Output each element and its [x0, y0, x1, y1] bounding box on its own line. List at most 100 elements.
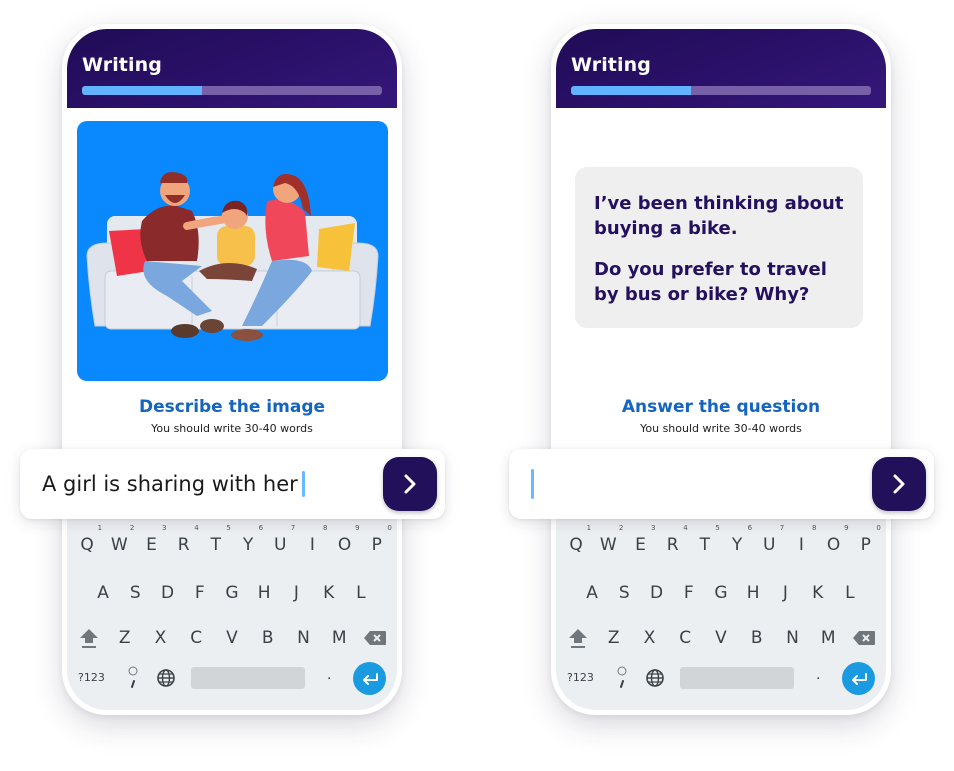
- key-label: Y: [242, 535, 254, 555]
- father-shirt: [140, 205, 199, 261]
- enter-icon: [362, 672, 378, 685]
- key-number-hint: 0: [387, 524, 392, 532]
- key-q[interactable]: Q1: [72, 524, 102, 559]
- chevron-right-icon: [893, 474, 905, 494]
- key-u[interactable]: U7: [265, 524, 295, 559]
- key-p[interactable]: P0: [362, 524, 392, 559]
- period-key[interactable]: .: [816, 666, 820, 684]
- send-button[interactable]: [383, 457, 437, 511]
- key-t[interactable]: T5: [690, 524, 720, 559]
- key-z[interactable]: Z: [599, 624, 629, 652]
- key-b[interactable]: B: [742, 624, 772, 652]
- key-a[interactable]: A: [88, 579, 118, 607]
- key-number-hint: 6: [747, 524, 753, 532]
- space-bar[interactable]: [680, 667, 794, 689]
- comma-key[interactable]: [127, 664, 139, 690]
- key-y[interactable]: Y6: [722, 524, 752, 559]
- period-key[interactable]: .: [327, 666, 331, 684]
- key-v[interactable]: V: [217, 624, 247, 652]
- key-k[interactable]: K: [803, 579, 833, 607]
- key-r[interactable]: R4: [658, 524, 688, 559]
- keyboard-row-2: ASDFGHJKL: [67, 579, 397, 607]
- key-x[interactable]: X: [145, 624, 175, 652]
- key-g[interactable]: G: [217, 579, 247, 607]
- key-number-hint: 4: [194, 524, 199, 532]
- key-number-hint: 9: [844, 524, 849, 532]
- language-key[interactable]: [645, 668, 665, 688]
- key-p[interactable]: P0: [851, 524, 881, 559]
- key-label: T: [210, 535, 222, 555]
- key-number-hint: 0: [876, 524, 881, 532]
- key-b[interactable]: B: [253, 624, 283, 652]
- key-c[interactable]: C: [181, 624, 211, 652]
- language-key[interactable]: [156, 668, 176, 688]
- key-n[interactable]: N: [777, 624, 807, 652]
- key-w[interactable]: W2: [593, 524, 623, 559]
- key-g[interactable]: G: [706, 579, 736, 607]
- on-screen-keyboard: Q 1 W 2 E 3 R 4 T 5 Y 6 U 7 I 8 O 9 P 0 A S D F G H J K L Z X C V B N M ?123…: [67, 519, 397, 710]
- key-t[interactable]: T5: [201, 524, 231, 559]
- father-shoe: [200, 319, 224, 333]
- key-label: O: [826, 535, 841, 555]
- on-screen-keyboard: Q 1 W 2 E 3 R 4 T 5 Y 6 U 7 I 8 O 9 P 0 A S D F G H J K L Z X C V B N M ?123…: [556, 519, 886, 710]
- key-i[interactable]: I8: [297, 524, 328, 559]
- key-d[interactable]: D: [153, 579, 183, 607]
- phone-describe-image: Writing Describe the image You should wr…: [62, 24, 402, 715]
- key-y[interactable]: Y6: [233, 524, 263, 559]
- symbols-key[interactable]: ?123: [78, 671, 105, 684]
- task-word-count-hint: You should write 30-40 words: [640, 422, 802, 435]
- key-l[interactable]: L: [346, 579, 376, 607]
- comma-key[interactable]: [616, 664, 628, 690]
- key-k[interactable]: K: [314, 579, 344, 607]
- keyboard-row-3: ZXCVBNM: [556, 624, 886, 652]
- key-e[interactable]: E3: [136, 524, 166, 559]
- backspace-key[interactable]: [849, 624, 879, 652]
- shift-key[interactable]: [74, 624, 104, 652]
- keyboard-row-4: ?123.: [67, 662, 397, 696]
- key-f[interactable]: F: [674, 579, 704, 607]
- enter-key[interactable]: [842, 662, 875, 695]
- answer-input[interactable]: A girl is sharing with her: [42, 449, 305, 519]
- key-u[interactable]: U7: [754, 524, 784, 559]
- header: Writing: [67, 29, 397, 108]
- key-j[interactable]: J: [281, 579, 311, 607]
- chevron-right-icon: [404, 474, 416, 494]
- key-x[interactable]: X: [634, 624, 664, 652]
- key-d[interactable]: D: [642, 579, 672, 607]
- key-number-hint: 3: [651, 524, 656, 532]
- key-l[interactable]: L: [835, 579, 865, 607]
- key-m[interactable]: M: [324, 624, 354, 652]
- key-m[interactable]: M: [813, 624, 843, 652]
- key-z[interactable]: Z: [110, 624, 140, 652]
- shift-key[interactable]: [563, 624, 593, 652]
- key-n[interactable]: N: [288, 624, 318, 652]
- keyboard-row-3: ZXCVBNM: [67, 624, 397, 652]
- key-v[interactable]: V: [706, 624, 736, 652]
- enter-key[interactable]: [353, 662, 386, 695]
- key-h[interactable]: H: [249, 579, 279, 607]
- key-i[interactable]: I8: [786, 524, 817, 559]
- key-o[interactable]: O9: [330, 524, 360, 559]
- key-h[interactable]: H: [738, 579, 768, 607]
- answer-input-value[interactable]: A girl is sharing with her: [42, 472, 298, 496]
- key-w[interactable]: W2: [104, 524, 134, 559]
- enter-icon: [851, 672, 867, 685]
- key-s[interactable]: S: [120, 579, 150, 607]
- key-label: I: [798, 535, 804, 555]
- key-a[interactable]: A: [577, 579, 607, 607]
- father-shoe: [171, 324, 199, 338]
- space-bar[interactable]: [191, 667, 305, 689]
- key-f[interactable]: F: [185, 579, 215, 607]
- backspace-key[interactable]: [360, 624, 390, 652]
- question-prompt-card: I’ve been thinking about buying a bike. …: [575, 167, 863, 328]
- key-r[interactable]: R4: [169, 524, 199, 559]
- key-s[interactable]: S: [609, 579, 639, 607]
- key-o[interactable]: O9: [819, 524, 849, 559]
- key-e[interactable]: E3: [625, 524, 655, 559]
- symbols-key[interactable]: ?123: [567, 671, 594, 684]
- key-c[interactable]: C: [670, 624, 700, 652]
- send-button[interactable]: [872, 457, 926, 511]
- key-j[interactable]: J: [770, 579, 800, 607]
- key-q[interactable]: Q1: [561, 524, 591, 559]
- answer-input[interactable]: [531, 449, 534, 519]
